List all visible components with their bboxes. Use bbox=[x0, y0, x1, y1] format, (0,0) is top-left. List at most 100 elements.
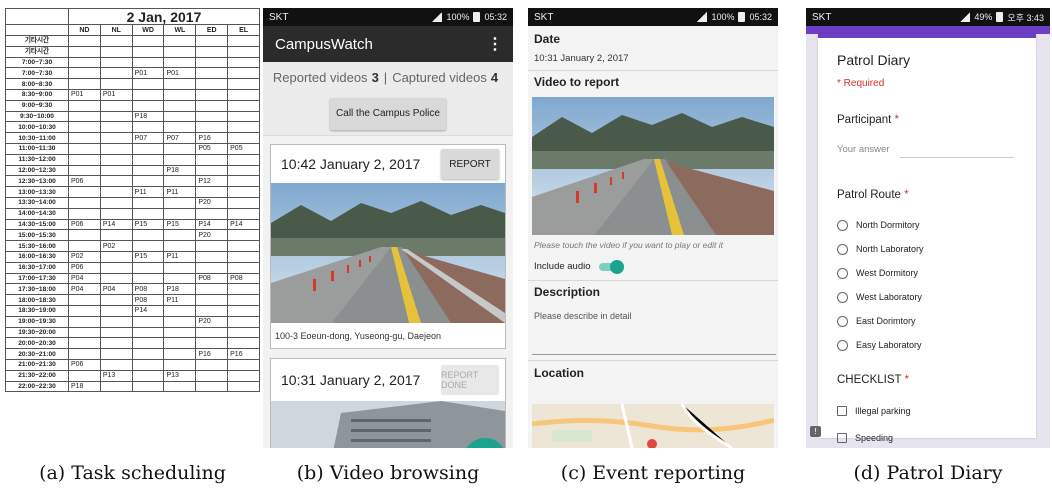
checklist-option[interactable]: Speeding bbox=[837, 424, 911, 448]
schedule-cell[interactable] bbox=[99, 294, 133, 306]
schedule-cell[interactable] bbox=[99, 186, 133, 198]
schedule-cell[interactable] bbox=[227, 78, 260, 90]
schedule-cell[interactable] bbox=[68, 153, 101, 166]
schedule-cell[interactable] bbox=[163, 99, 197, 112]
schedule-cell[interactable]: P04 bbox=[68, 272, 101, 285]
schedule-cell[interactable] bbox=[68, 294, 101, 306]
schedule-cell[interactable] bbox=[227, 99, 260, 112]
schedule-cell[interactable] bbox=[163, 78, 197, 90]
schedule-cell[interactable] bbox=[163, 88, 197, 101]
schedule-cell[interactable] bbox=[227, 186, 260, 198]
schedule-cell[interactable]: P05 bbox=[227, 142, 260, 155]
schedule-cell[interactable] bbox=[163, 337, 197, 350]
schedule-cell[interactable] bbox=[68, 196, 101, 209]
schedule-cell[interactable]: P06 bbox=[68, 261, 101, 274]
schedule-cell[interactable] bbox=[99, 35, 133, 47]
schedule-cell[interactable]: P06 bbox=[68, 175, 101, 188]
schedule-cell[interactable] bbox=[99, 304, 133, 317]
schedule-cell[interactable] bbox=[163, 153, 197, 166]
radio-button[interactable] bbox=[837, 267, 848, 279]
schedule-cell[interactable] bbox=[227, 380, 260, 393]
schedule-cell[interactable]: P15 bbox=[131, 250, 165, 263]
route-option[interactable]: North Laboratory bbox=[837, 237, 924, 261]
schedule-cell[interactable]: P11 bbox=[163, 186, 197, 198]
schedule-cell[interactable] bbox=[195, 67, 229, 80]
schedule-cell[interactable] bbox=[163, 348, 197, 360]
checkbox[interactable] bbox=[837, 432, 847, 443]
schedule-cell[interactable] bbox=[131, 78, 165, 90]
schedule-cell[interactable]: P20 bbox=[195, 196, 229, 209]
radio-button[interactable] bbox=[837, 315, 848, 327]
schedule-cell[interactable] bbox=[227, 175, 260, 188]
schedule-cell[interactable] bbox=[99, 229, 133, 242]
schedule-cell[interactable] bbox=[68, 78, 101, 90]
schedule-cell[interactable]: P16 bbox=[227, 348, 260, 360]
schedule-cell[interactable] bbox=[195, 78, 229, 90]
schedule-cell[interactable] bbox=[99, 250, 133, 263]
schedule-cell[interactable]: P07 bbox=[131, 132, 165, 144]
schedule-cell[interactable] bbox=[195, 358, 229, 371]
schedule-cell[interactable] bbox=[195, 380, 229, 393]
schedule-cell[interactable] bbox=[195, 45, 229, 58]
schedule-cell[interactable] bbox=[99, 56, 133, 69]
schedule-cell[interactable]: P20 bbox=[195, 315, 229, 328]
schedule-cell[interactable] bbox=[131, 337, 165, 350]
schedule-cell[interactable] bbox=[195, 369, 229, 382]
schedule-cell[interactable] bbox=[195, 88, 229, 101]
schedule-cell[interactable]: P08 bbox=[195, 272, 229, 285]
schedule-cell[interactable] bbox=[195, 240, 229, 252]
radio-button[interactable] bbox=[837, 339, 848, 351]
schedule-cell[interactable]: P08 bbox=[227, 272, 260, 285]
schedule-cell[interactable] bbox=[99, 207, 133, 220]
building-video-thumbnail[interactable] bbox=[271, 401, 505, 448]
schedule-cell[interactable] bbox=[131, 380, 165, 393]
schedule-cell[interactable] bbox=[68, 99, 101, 112]
schedule-cell[interactable] bbox=[131, 315, 165, 328]
schedule-cell[interactable]: P14 bbox=[131, 304, 165, 317]
overflow-menu-icon[interactable]: ⋮ bbox=[487, 34, 503, 54]
schedule-cell[interactable] bbox=[163, 45, 197, 58]
schedule-cell[interactable] bbox=[163, 121, 197, 134]
schedule-cell[interactable] bbox=[68, 142, 101, 155]
schedule-cell[interactable] bbox=[68, 132, 101, 144]
schedule-cell[interactable]: P15 bbox=[131, 218, 165, 231]
schedule-cell[interactable] bbox=[99, 78, 133, 90]
schedule-cell[interactable]: P14 bbox=[99, 218, 133, 231]
schedule-cell[interactable]: P05 bbox=[195, 142, 229, 155]
schedule-cell[interactable] bbox=[227, 153, 260, 166]
schedule-cell[interactable] bbox=[131, 45, 165, 58]
schedule-cell[interactable]: P08 bbox=[131, 294, 165, 306]
schedule-cell[interactable] bbox=[68, 67, 101, 80]
schedule-cell[interactable] bbox=[195, 261, 229, 274]
radio-button[interactable] bbox=[837, 243, 848, 255]
schedule-cell[interactable] bbox=[131, 121, 165, 134]
schedule-cell[interactable] bbox=[131, 196, 165, 209]
schedule-cell[interactable] bbox=[195, 207, 229, 220]
schedule-cell[interactable] bbox=[227, 294, 260, 306]
schedule-cell[interactable] bbox=[68, 326, 101, 339]
route-option[interactable]: East Dorimtory bbox=[837, 309, 924, 333]
schedule-cell[interactable]: P01 bbox=[131, 67, 165, 80]
schedule-cell[interactable] bbox=[99, 175, 133, 188]
schedule-cell[interactable] bbox=[68, 229, 101, 242]
schedule-cell[interactable]: P04 bbox=[99, 283, 133, 296]
schedule-cell[interactable]: P16 bbox=[195, 132, 229, 144]
route-option[interactable]: West Laboratory bbox=[837, 285, 924, 309]
include-audio-toggle[interactable] bbox=[598, 259, 624, 274]
schedule-cell[interactable] bbox=[163, 326, 197, 339]
schedule-cell[interactable]: P04 bbox=[68, 283, 101, 296]
feedback-icon[interactable]: ! bbox=[810, 426, 821, 437]
schedule-cell[interactable] bbox=[227, 196, 260, 209]
schedule-cell[interactable] bbox=[195, 164, 229, 177]
schedule-cell[interactable] bbox=[195, 110, 229, 123]
schedule-cell[interactable]: P06 bbox=[68, 218, 101, 231]
reported-videos-label[interactable]: Reported videos bbox=[273, 70, 368, 85]
schedule-cell[interactable]: P18 bbox=[163, 283, 197, 296]
schedule-cell[interactable]: P14 bbox=[195, 218, 229, 231]
schedule-cell[interactable] bbox=[163, 110, 197, 123]
schedule-cell[interactable] bbox=[99, 110, 133, 123]
schedule-cell[interactable] bbox=[68, 240, 101, 252]
location-map[interactable] bbox=[532, 404, 774, 448]
schedule-cell[interactable] bbox=[131, 358, 165, 371]
schedule-cell[interactable] bbox=[68, 337, 101, 350]
